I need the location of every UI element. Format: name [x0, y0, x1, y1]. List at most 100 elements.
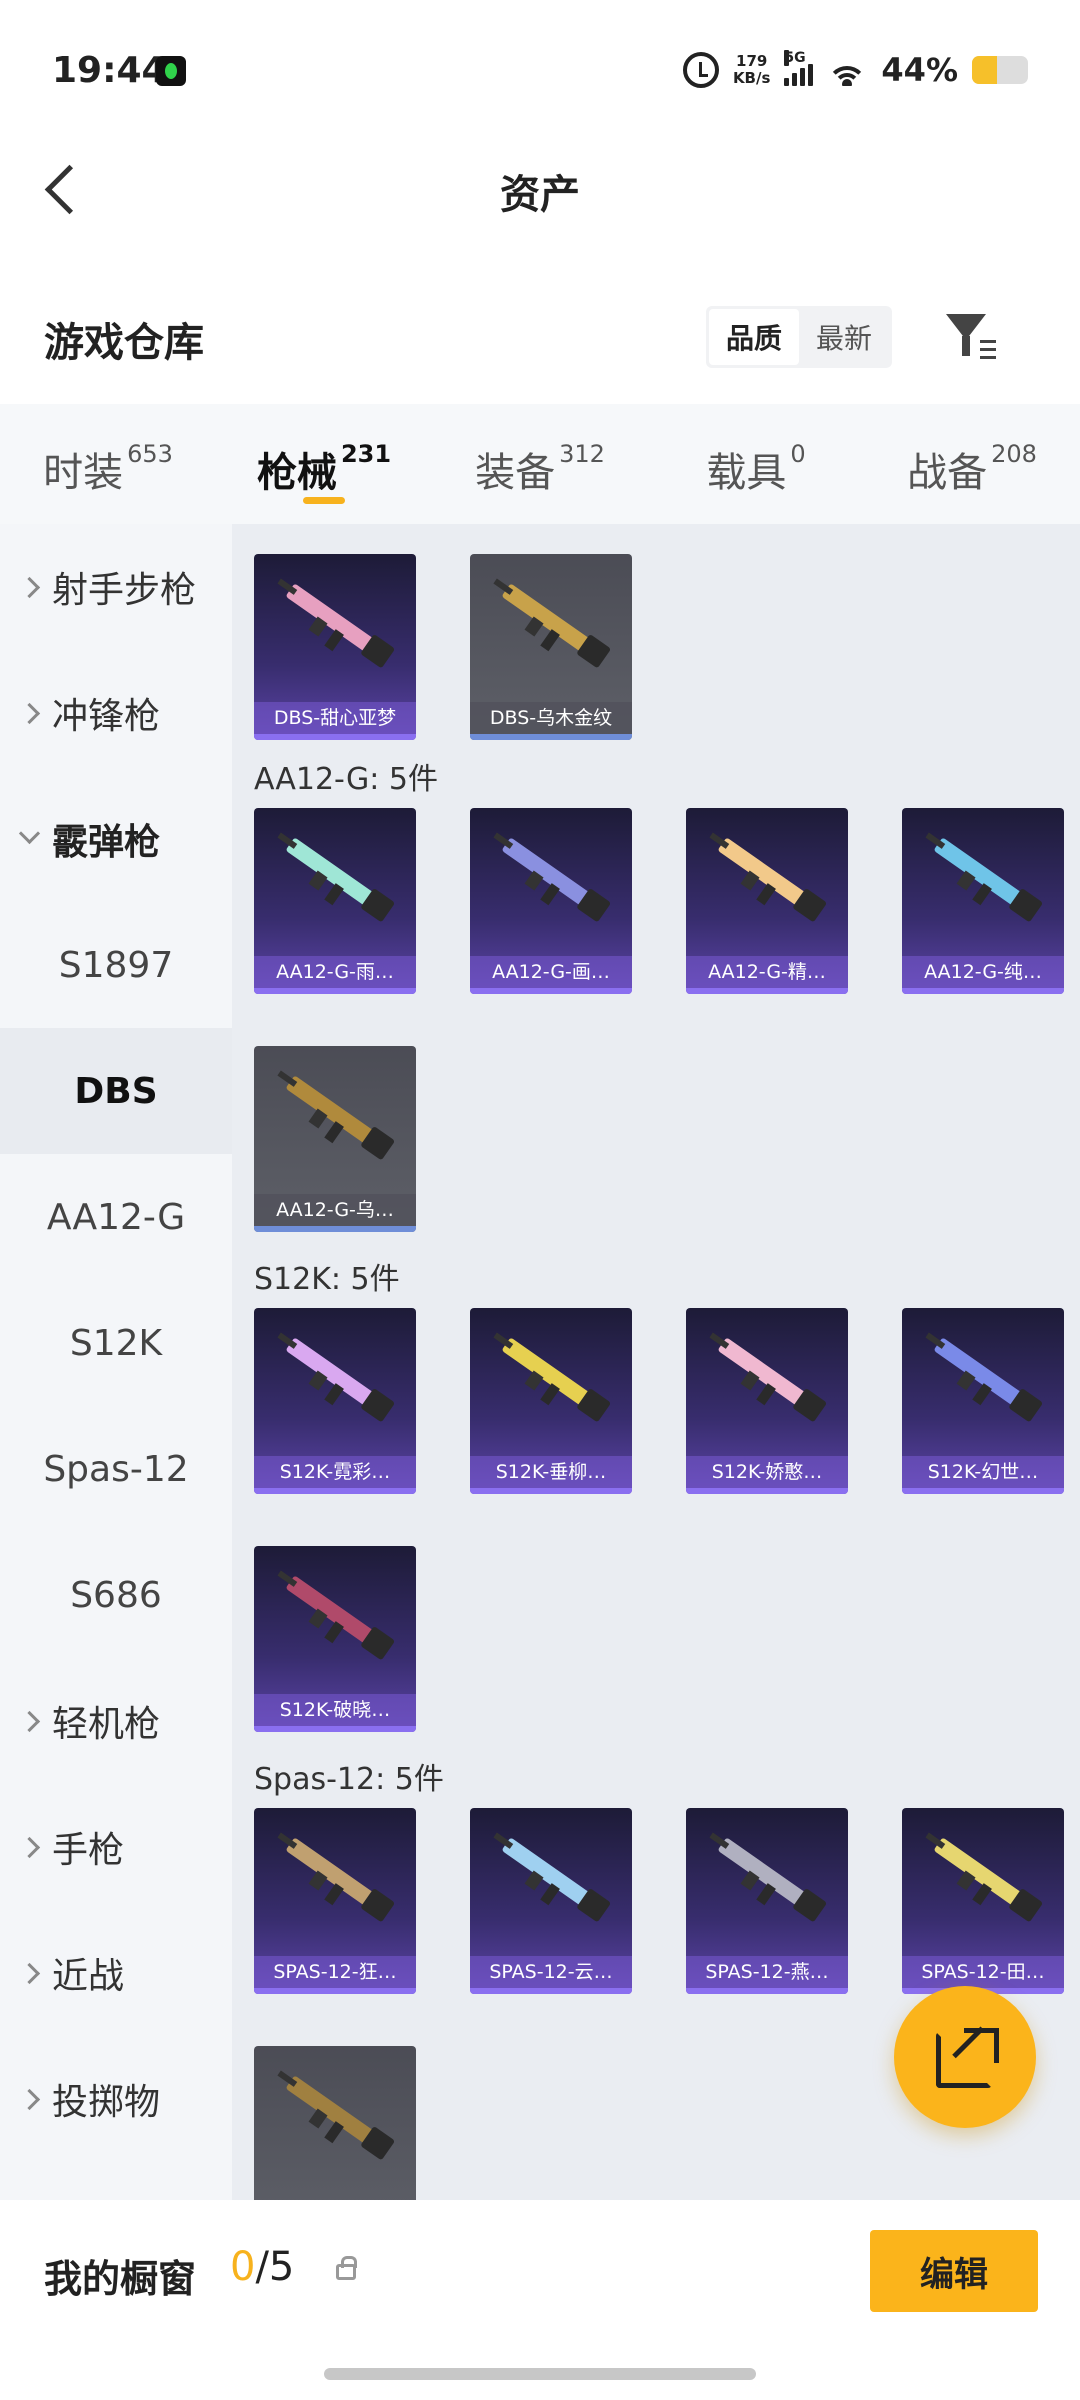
- edit-button[interactable]: 编辑: [870, 2230, 1038, 2312]
- quality-bar: [686, 988, 848, 994]
- weapon-card[interactable]: DBS-甜心亚梦: [254, 554, 416, 740]
- status-icons: 179 KB/s 5G 44%: [682, 48, 1028, 92]
- sidebar-item[interactable]: 射手步枪: [0, 524, 232, 650]
- music-app-icon: [156, 56, 186, 86]
- tab-equipment[interactable]: 装备 312: [432, 404, 648, 524]
- weapon-card[interactable]: SPAS-12-田…: [902, 1808, 1064, 1994]
- sidebar-item[interactable]: 轻机枪: [0, 1658, 232, 1784]
- asset-page: 19:44 179 KB/s 5G 44% 资产 游戏仓库 品质 最新 时装 6…: [0, 0, 1080, 2400]
- quality-bar: [254, 988, 416, 994]
- weapon-image: [493, 1332, 611, 1422]
- weapon-card[interactable]: SPAS-12-燕…: [686, 1808, 848, 1994]
- weapon-image: [277, 578, 395, 668]
- weapon-name: S12K-破晓…: [254, 1694, 416, 1726]
- weapon-card[interactable]: AA12-G-画…: [470, 808, 632, 994]
- weapon-name: SPAS-12-狂…: [254, 1956, 416, 1988]
- quality-bar: [902, 1488, 1064, 1494]
- quality-bar: [254, 1488, 416, 1494]
- battery-icon: [972, 56, 1028, 84]
- bottom-bar: 我的橱窗 0/5 编辑: [0, 2200, 1080, 2400]
- weapon-image: [277, 832, 395, 922]
- battery-percent: 44%: [881, 51, 958, 89]
- group-title: AA12-G: 5件: [254, 762, 438, 797]
- weapon-category-sidebar: 射手步枪 冲锋枪 霰弹枪 S1897 DBS AA12-G S12K Spas-12 S686 轻…: [0, 524, 232, 2200]
- weapon-name: S12K-垂柳…: [470, 1456, 632, 1488]
- weapon-card[interactable]: S12K-幻世…: [902, 1308, 1064, 1494]
- weapon-card[interactable]: AA12-G-乌…: [254, 1046, 416, 1232]
- weapon-image: [277, 1832, 395, 1922]
- weapon-image: [493, 832, 611, 922]
- home-indicator[interactable]: [324, 2368, 756, 2380]
- weapon-card[interactable]: SPAS-12-云…: [470, 1808, 632, 1994]
- tab-guns[interactable]: 枪械 231: [216, 404, 432, 524]
- quality-bar: [254, 1726, 416, 1732]
- tab-supplies[interactable]: 战备 208: [864, 404, 1080, 524]
- sidebar-item[interactable]: S686: [0, 1532, 232, 1658]
- weapon-image: [925, 1832, 1043, 1922]
- weapon-name: DBS-乌木金纹: [470, 702, 632, 734]
- showcase-count: 0/5: [230, 2244, 295, 2290]
- filter-icon[interactable]: [944, 312, 996, 362]
- sidebar-item[interactable]: 手枪: [0, 1784, 232, 1910]
- sort-quality-button[interactable]: 品质: [709, 309, 799, 365]
- sort-toggle: 品质 最新: [706, 306, 892, 368]
- weapon-card[interactable]: SPAS-12-狂…: [254, 1808, 416, 1994]
- quality-bar: [254, 734, 416, 740]
- share-fab-button[interactable]: [894, 1986, 1036, 2128]
- sidebar-item[interactable]: 投掷物: [0, 2036, 232, 2162]
- weapon-image: [493, 578, 611, 668]
- sidebar-item[interactable]: 近战: [0, 1910, 232, 2036]
- group-title: S12K: 5件: [254, 1262, 400, 1297]
- weapon-card[interactable]: S12K-娇憨…: [686, 1308, 848, 1494]
- weapon-card[interactable]: S12K-霓彩…: [254, 1308, 416, 1494]
- weapon-image: [493, 1832, 611, 1922]
- weapon-card[interactable]: AA12-G-精…: [686, 808, 848, 994]
- weapon-card[interactable]: S12K-破晓…: [254, 1546, 416, 1732]
- sidebar-item[interactable]: 霰弹枪: [0, 776, 232, 902]
- weapon-card[interactable]: AA12-G-雨…: [254, 808, 416, 994]
- weapon-image: [277, 2070, 395, 2160]
- weapon-image: [709, 832, 827, 922]
- status-bar: 19:44 179 KB/s 5G 44%: [0, 0, 1080, 140]
- weapon-grid: DBS-甜心亚梦 DBS-乌木金纹 AA12-G: 5件 AA12-G-雨… AA12-…: [232, 524, 1080, 2200]
- weapon-name: SPAS-12-田…: [902, 1956, 1064, 1988]
- weapon-name: DBS-甜心亚梦: [254, 702, 416, 734]
- wifi-icon: [827, 54, 868, 86]
- section-title: 游戏仓库: [44, 320, 204, 366]
- sidebar-item[interactable]: AA12-G: [0, 1154, 232, 1280]
- cellular-signal-icon: 5G: [784, 50, 814, 86]
- weapon-card[interactable]: AA12-G-纯…: [902, 808, 1064, 994]
- weapon-name: SPAS-12-云…: [470, 1956, 632, 1988]
- weapon-name: SPAS-12-燕…: [686, 1956, 848, 1988]
- sidebar-item[interactable]: Spas-12: [0, 1406, 232, 1532]
- weapon-card[interactable]: [254, 2046, 416, 2200]
- quality-bar: [686, 1988, 848, 1994]
- weapon-name: S12K-霓彩…: [254, 1456, 416, 1488]
- nav-header: 资产: [0, 140, 1080, 290]
- quality-bar: [470, 988, 632, 994]
- sort-latest-button[interactable]: 最新: [799, 309, 889, 365]
- quality-bar: [470, 1988, 632, 1994]
- sub-header: 游戏仓库 品质 最新: [0, 290, 1080, 400]
- sidebar-item[interactable]: 冲锋枪: [0, 650, 232, 776]
- quality-bar: [470, 1488, 632, 1494]
- tab-vehicles[interactable]: 载具 0: [648, 404, 864, 524]
- weapon-image: [277, 1070, 395, 1160]
- weapon-card[interactable]: S12K-垂柳…: [470, 1308, 632, 1494]
- category-tabs: 时装 653 枪械 231 装备 312 载具 0 战备 208: [0, 404, 1080, 524]
- alarm-icon: [682, 52, 719, 88]
- external-link-icon: [952, 2026, 985, 2059]
- tab-fashion[interactable]: 时装 653: [0, 404, 216, 524]
- weapon-name: AA12-G-画…: [470, 956, 632, 988]
- quality-bar: [254, 1988, 416, 1994]
- weapon-name: S12K-幻世…: [902, 1456, 1064, 1488]
- weapon-name: AA12-G-纯…: [902, 956, 1064, 988]
- sidebar-item[interactable]: DBS: [0, 1028, 232, 1154]
- weapon-card[interactable]: DBS-乌木金纹: [470, 554, 632, 740]
- weapon-image: [277, 1570, 395, 1660]
- sidebar-item[interactable]: S12K: [0, 1280, 232, 1406]
- sidebar-item[interactable]: S1897: [0, 902, 232, 1028]
- weapon-name: AA12-G-雨…: [254, 956, 416, 988]
- quality-bar: [686, 1488, 848, 1494]
- quality-bar: [470, 734, 632, 740]
